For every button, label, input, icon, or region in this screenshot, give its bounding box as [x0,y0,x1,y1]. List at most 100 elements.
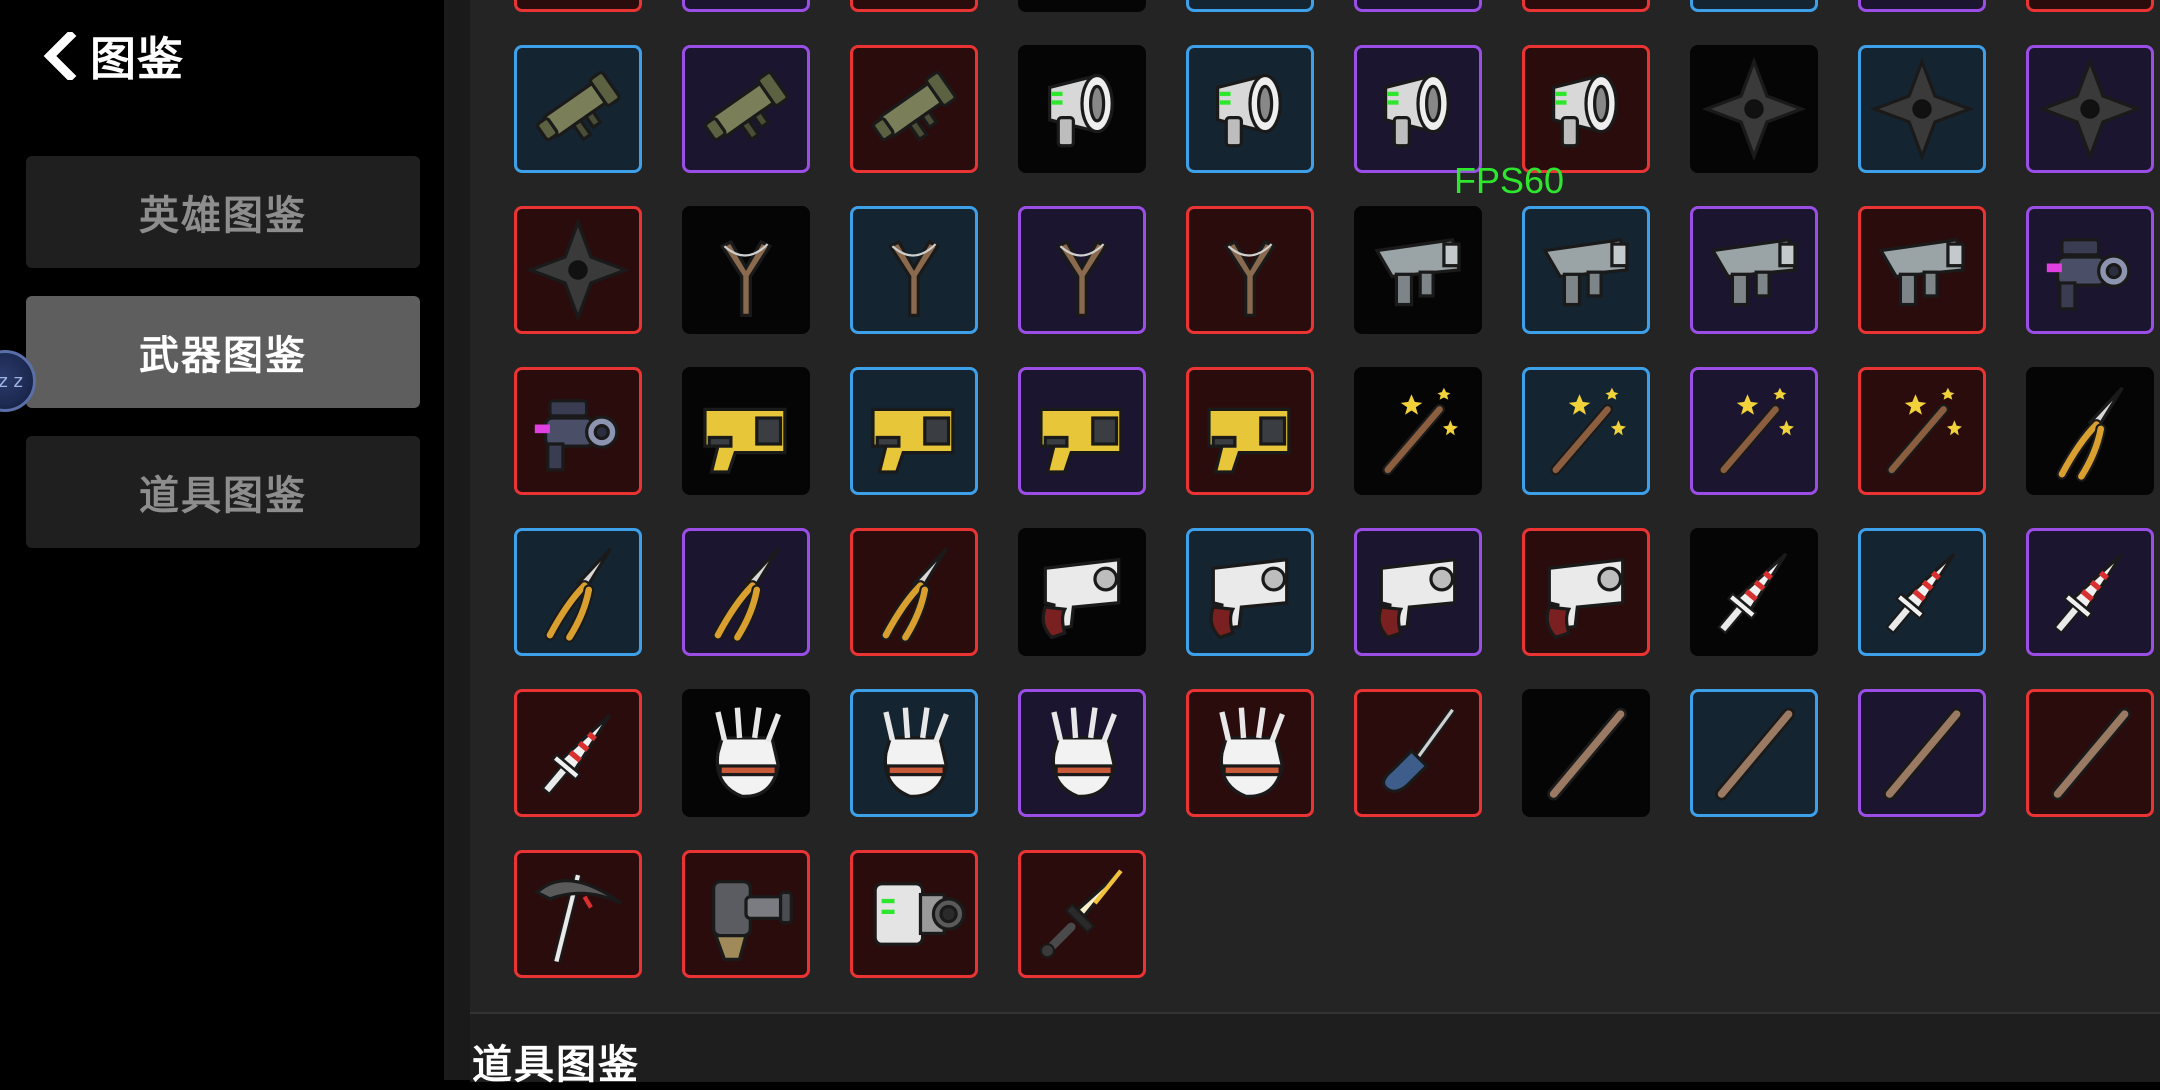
smg-icon [1868,216,1976,324]
weapon-cell[interactable] [1858,45,1986,173]
weapon-cell[interactable] [682,206,810,334]
weapon-cell[interactable] [1522,45,1650,173]
weapon-cell[interactable] [1018,850,1146,978]
megaphone-gun-icon [1532,55,1640,163]
fps-counter: FPS60 [1454,160,1565,201]
weapon-cell[interactable] [682,528,810,656]
weapon-cell[interactable] [1018,206,1146,334]
taser-icon [692,377,800,485]
weapon-cell[interactable] [1522,206,1650,334]
weapon-cell[interactable] [514,206,642,334]
weapon-cell[interactable] [1690,367,1818,495]
weapon-cell[interactable] [1186,689,1314,817]
magic-wand-icon [1700,377,1808,485]
weapon-cell[interactable] [1186,45,1314,173]
weapon-cell[interactable] [1018,0,1146,12]
shuriken-icon [2036,55,2144,163]
shuriken-icon [1868,55,1976,163]
weapon-cell[interactable] [514,689,642,817]
weapon-cell[interactable] [850,528,978,656]
weapon-cell[interactable] [682,689,810,817]
weapon-cell[interactable] [2026,528,2154,656]
bazooka-icon [524,55,632,163]
weapon-cell[interactable] [1522,689,1650,817]
weapon-cell[interactable] [1354,206,1482,334]
weapon-cell[interactable] [514,850,642,978]
shuriken-icon [1700,55,1808,163]
slingshot-icon [1028,216,1136,324]
weapon-cell[interactable] [1690,206,1818,334]
weapon-cell[interactable] [1858,0,1986,12]
pruning-shears-icon [860,538,968,646]
weapon-cell[interactable] [1018,528,1146,656]
weapon-cell[interactable] [1018,367,1146,495]
section-title-items: 道具图鉴 [472,1042,640,1088]
tab-hero-codex[interactable]: 英雄图鉴 [26,156,420,268]
golden-sword-icon [1028,860,1136,968]
weapon-cell[interactable] [1018,45,1146,173]
taser-icon [1196,377,1304,485]
weapon-cell[interactable] [850,689,978,817]
weapon-cell[interactable] [1858,528,1986,656]
weapon-cell[interactable] [682,45,810,173]
weapon-cell[interactable] [1354,367,1482,495]
turret-icon [524,0,632,2]
smg-icon [1532,216,1640,324]
chain-blaster-icon [1364,0,1472,2]
claw-glove-icon [1028,699,1136,807]
weapon-cell[interactable] [682,367,810,495]
screwdriver-icon [1364,699,1472,807]
weapon-cell[interactable] [1354,689,1482,817]
weapon-grid[interactable] [470,0,2160,1012]
weapon-cell[interactable] [1690,528,1818,656]
weapon-cell[interactable] [2026,45,2154,173]
weapon-cell[interactable] [1522,367,1650,495]
weapon-cell[interactable] [1354,0,1482,12]
weapon-cell[interactable] [1186,528,1314,656]
tab-weapon-codex[interactable]: 武器图鉴 [26,296,420,408]
claw-glove-icon [692,699,800,807]
weapon-cell[interactable] [1522,0,1650,12]
weapon-cell[interactable] [1690,0,1818,12]
weapon-cell[interactable] [850,367,978,495]
weapon-cell[interactable] [1186,367,1314,495]
claw-hook-icon [692,0,800,2]
magic-wand-icon [1364,377,1472,485]
weapon-cell[interactable] [850,0,978,12]
pruning-shears-icon [524,538,632,646]
magic-wand-icon [1532,377,1640,485]
weapon-cell[interactable] [1858,367,1986,495]
smg-icon [1700,216,1808,324]
weapon-cell[interactable] [682,0,810,12]
magic-wand-icon [1868,377,1976,485]
weapon-cell[interactable] [1858,206,1986,334]
weapon-cell[interactable] [1354,528,1482,656]
weapon-cell[interactable] [514,528,642,656]
claw-hook-icon [860,0,968,2]
weapon-cell[interactable] [514,45,642,173]
weapon-cell[interactable] [514,367,642,495]
weapon-cell[interactable] [682,850,810,978]
weapon-cell[interactable] [514,0,642,12]
back-button[interactable]: 图鉴 [40,24,184,88]
weapon-cell[interactable] [850,850,978,978]
weapon-cell[interactable] [2026,0,2154,12]
weapon-cell[interactable] [1690,689,1818,817]
weapon-cell[interactable] [1018,689,1146,817]
weapon-cell[interactable] [850,45,978,173]
weapon-cell[interactable] [1354,45,1482,173]
weapon-cell[interactable] [1858,689,1986,817]
weapon-cell[interactable] [850,206,978,334]
weapon-cell[interactable] [2026,689,2154,817]
glue-gun-icon [1532,538,1640,646]
glue-gun-icon [1028,538,1136,646]
drill-icon [1028,0,1136,2]
weapon-cell[interactable] [1186,0,1314,12]
weapon-cell[interactable] [1186,206,1314,334]
weapon-cell[interactable] [2026,367,2154,495]
tab-item-codex[interactable]: 道具图鉴 [26,436,420,548]
weapon-cell[interactable] [1690,45,1818,173]
weapon-cell[interactable] [2026,206,2154,334]
panel-divider [444,0,470,1080]
weapon-cell[interactable] [1522,528,1650,656]
